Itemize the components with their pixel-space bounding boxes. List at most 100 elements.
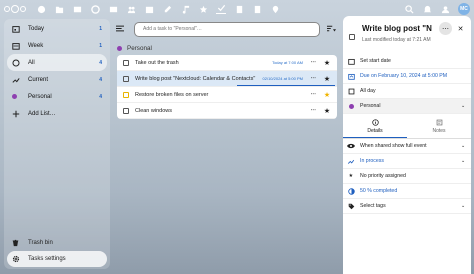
star-icon[interactable]: ★ [323, 75, 331, 83]
tags-label: Select tags [360, 203, 386, 209]
due-date-label: Due on February 10, 2024 at 5:00 PM [360, 73, 448, 79]
chevron-down-icon: ⌄ [461, 158, 466, 164]
detail-tabs: Details Notes [343, 115, 471, 139]
status-select[interactable]: In process ⌄ [343, 154, 471, 169]
tab-notes[interactable]: Notes [407, 115, 471, 138]
activity-icon[interactable] [90, 4, 100, 14]
sidebar-item-all[interactable]: All 4 [7, 54, 107, 71]
sidebar-item-today[interactable]: Today 1 [7, 20, 107, 37]
mail-icon[interactable] [108, 4, 118, 14]
sidebar-item-week[interactable]: Week 1 [7, 37, 107, 54]
task-checkbox[interactable] [123, 107, 129, 114]
task-title: Clean windows [135, 107, 172, 114]
list-color-dot [12, 94, 22, 99]
calendar-select[interactable]: Personal ⌄ [343, 99, 471, 114]
chevron-down-icon: ⌄ [461, 143, 466, 149]
deck-icon[interactable] [234, 4, 244, 14]
sidebar-item-count: 4 [99, 59, 102, 66]
trash-bin-label: Trash bin [28, 240, 53, 246]
maps-icon[interactable] [270, 4, 280, 14]
sidebar-item-label: Current [28, 76, 49, 83]
priority-select[interactable]: ★ No priority assigned [343, 169, 471, 184]
sidebar-item-label: Week [28, 42, 44, 49]
tab-notes-label: Notes [432, 128, 446, 134]
tag-icon [347, 203, 355, 210]
star-icon[interactable]: ★ [323, 59, 331, 67]
add-task-input[interactable] [134, 21, 320, 37]
task-checkbox[interactable] [123, 59, 129, 66]
dashboard-icon[interactable] [36, 4, 46, 14]
calendar-start-icon [347, 58, 355, 65]
more-options-icon[interactable]: ⋯ [309, 76, 317, 82]
task-title-field[interactable]: Write blog post "Ne... [362, 24, 432, 33]
photos-icon[interactable] [72, 4, 82, 14]
classification-label: When shared show full event [360, 143, 427, 149]
tab-details-label: Details [367, 127, 383, 134]
more-actions-icon[interactable]: ⋯ [439, 22, 452, 35]
close-icon[interactable]: ✕ [454, 22, 467, 35]
nextcloud-logo[interactable] [4, 3, 26, 15]
sidebar-item-personal[interactable]: Personal 4 [7, 88, 107, 105]
contacts-icon[interactable] [126, 4, 136, 14]
notifications-icon[interactable] [422, 4, 432, 14]
all-circle-icon [12, 58, 22, 67]
task-row[interactable]: Restore broken files on server ⋯ ★ [117, 87, 337, 103]
more-options-icon[interactable]: ⋯ [309, 60, 317, 66]
task-title: Restore broken files on server [135, 91, 209, 98]
files-icon[interactable] [54, 4, 64, 14]
checkbox-icon [347, 88, 355, 95]
task-details-sidebar: Write blog post "Ne... Last modified tod… [343, 16, 471, 274]
notes-icon[interactable] [162, 4, 172, 14]
task-title: Take out the trash [135, 59, 179, 66]
star-icon[interactable]: ★ [323, 91, 331, 99]
task-row[interactable]: Write blog post "Nextcloud: Calendar & C… [117, 71, 337, 87]
bookmarks-icon[interactable] [198, 4, 208, 14]
search-icon[interactable] [404, 4, 414, 14]
sidebar-item-current[interactable]: Current 4 [7, 71, 107, 88]
notes-icon [436, 119, 442, 126]
task-checkbox[interactable] [123, 75, 129, 82]
more-options-icon[interactable]: ⋯ [309, 92, 317, 98]
tags-select[interactable]: Select tags ⌄ [343, 199, 471, 214]
progress-field[interactable]: 50 % completed [343, 184, 471, 199]
start-date-field[interactable]: Set start date [343, 54, 471, 69]
priority-label: No priority assigned [360, 173, 406, 179]
trash-bin-button[interactable]: Trash bin [7, 235, 107, 251]
classification-select[interactable]: When shared show full event ⌄ [343, 139, 471, 154]
task-checkbox[interactable] [123, 91, 129, 98]
tasks-icon[interactable] [216, 4, 226, 14]
sidebar-item-count: 1 [99, 42, 102, 49]
menu-icon[interactable] [116, 25, 128, 34]
progress-label: 50 % completed [360, 188, 398, 194]
task-row[interactable]: Take out the trash Today at 7:00 AM ⋯ ★ [117, 55, 337, 71]
start-date-label: Set start date [360, 58, 391, 64]
add-list-button[interactable]: Add List… [7, 105, 107, 122]
list-color-dot [117, 45, 122, 51]
sidebar-item-count: 4 [99, 93, 102, 100]
trending-icon [12, 76, 22, 84]
user-avatar[interactable]: MC [458, 3, 470, 15]
status-label: In process [360, 158, 384, 164]
contacts-menu-icon[interactable] [440, 4, 450, 14]
tasks-settings-button[interactable]: Tasks settings [7, 251, 107, 267]
calendar-due-icon [347, 73, 355, 80]
forms-icon[interactable] [252, 4, 262, 14]
all-day-toggle[interactable]: All day [343, 84, 471, 99]
more-options-icon[interactable]: ⋯ [309, 108, 317, 114]
due-date-field[interactable]: Due on February 10, 2024 at 5:00 PM [343, 69, 471, 84]
plus-icon [12, 110, 22, 118]
trash-icon [12, 239, 22, 247]
task-checkbox[interactable] [349, 34, 355, 40]
sort-icon[interactable] [327, 25, 336, 34]
star-icon[interactable]: ★ [323, 107, 331, 115]
last-modified-text: Last modified today at 7:21 AM [362, 37, 431, 43]
info-icon [371, 118, 379, 126]
task-list-view: Personal Take out the trash Today at 7:0… [112, 19, 342, 269]
chevron-down-icon: ⌄ [461, 203, 466, 209]
task-row[interactable]: Clean windows ⋯ ★ [117, 103, 337, 119]
tab-details[interactable]: Details [343, 115, 407, 138]
calendar-select-label: Personal [360, 103, 381, 109]
music-icon[interactable] [180, 4, 190, 14]
calendar-icon[interactable] [144, 4, 154, 14]
progress-circle-icon [347, 187, 355, 195]
